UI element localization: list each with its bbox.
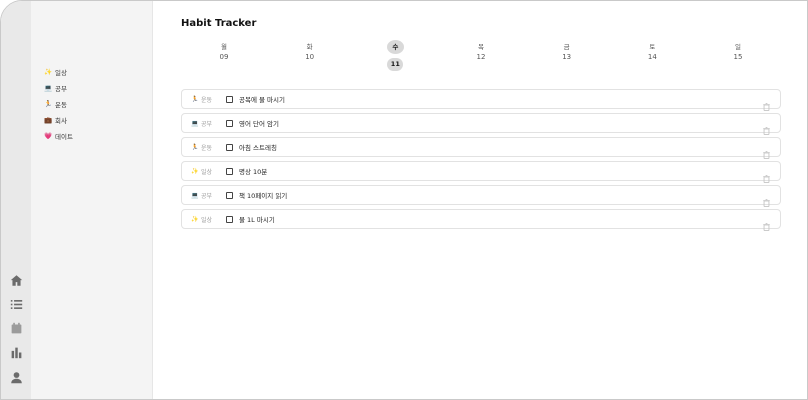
- habit-category-emoji-icon: ✨: [191, 215, 199, 223]
- habit-row: 💻 공부 영어 단어 암기: [181, 113, 781, 135]
- habit-category-emoji-icon: 🏃: [191, 95, 199, 103]
- trash-icon[interactable]: [763, 168, 770, 183]
- day-date-label: 12: [476, 53, 486, 61]
- habit-name: 책 10페이지 읽기: [239, 192, 288, 200]
- habit-category-emoji-icon: ✨: [191, 167, 199, 175]
- day-5[interactable]: 토 14: [632, 42, 672, 63]
- day-3[interactable]: 목 12: [461, 42, 501, 63]
- trash-icon[interactable]: [763, 144, 770, 159]
- day-of-week-label: 월: [221, 43, 227, 51]
- app-window: ✨ 일상 💻 공부 🏃 운동 💼 회사 💗 데이트 Habit Tracker 월 09 화 10 수 11…: [0, 0, 808, 400]
- week-selector: 월 09 화 10 수 11 목 12 금 13 토 14 일 15: [181, 40, 781, 74]
- day-of-week-label: 일: [735, 43, 741, 51]
- category-label: 공부: [55, 85, 67, 93]
- page-title: Habit Tracker: [181, 18, 257, 29]
- calendar-icon[interactable]: [9, 321, 23, 335]
- day-date-label: 14: [647, 53, 657, 61]
- main-content: Habit Tracker 월 09 화 10 수 11 목 12 금 13 토 14 일 15 🏃 운동 공…: [153, 1, 807, 399]
- day-of-week-label: 수: [386, 40, 404, 54]
- habit-name: 명상 10분: [239, 168, 268, 176]
- day-date-label: 10: [305, 53, 315, 61]
- habit-category-emoji-icon: 🏃: [191, 143, 199, 151]
- day-1[interactable]: 화 10: [290, 42, 330, 63]
- habit-category-label: 운동: [201, 96, 213, 104]
- day-2[interactable]: 수 11: [375, 40, 415, 71]
- habit-category-tag: ✨ 일상: [182, 215, 226, 224]
- habit-name: 물 1L 마시기: [239, 216, 275, 224]
- habit-category-tag: ✨ 일상: [182, 167, 226, 176]
- icon-rail: [1, 1, 31, 399]
- day-date-label: 09: [219, 53, 229, 61]
- category-sidebar: ✨ 일상 💻 공부 🏃 운동 💼 회사 💗 데이트: [31, 1, 153, 399]
- category-emoji-icon: 💻: [44, 84, 53, 92]
- day-date-label: 13: [562, 53, 572, 61]
- habit-row: 💻 공부 책 10페이지 읽기: [181, 185, 781, 207]
- home-icon[interactable]: [9, 273, 23, 287]
- category-label: 운동: [55, 101, 67, 109]
- habit-category-tag: 💻 공부: [182, 119, 226, 128]
- day-date-label: 15: [733, 53, 743, 61]
- trash-icon[interactable]: [763, 192, 770, 207]
- category-item[interactable]: 🏃 운동: [44, 96, 73, 112]
- habit-category-tag: 🏃 운동: [182, 95, 226, 104]
- day-of-week-label: 금: [563, 43, 570, 51]
- category-label: 일상: [55, 69, 67, 77]
- category-emoji-icon: 💼: [44, 116, 53, 124]
- habit-name: 영어 단어 암기: [239, 120, 280, 128]
- user-icon[interactable]: [9, 370, 23, 384]
- category-label: 회사: [55, 117, 67, 125]
- habit-row: 🏃 운동 아침 스트레칭: [181, 137, 781, 159]
- habit-category-label: 운동: [201, 144, 213, 152]
- category-list: ✨ 일상 💻 공부 🏃 운동 💼 회사 💗 데이트: [44, 64, 73, 144]
- category-emoji-icon: 💗: [44, 132, 53, 140]
- habit-checkbox[interactable]: [226, 95, 233, 103]
- habit-checkbox[interactable]: [226, 119, 233, 127]
- category-item[interactable]: ✨ 일상: [44, 64, 73, 80]
- category-item[interactable]: 💗 데이트: [44, 128, 73, 144]
- day-date-label: 11: [387, 58, 404, 71]
- category-emoji-icon: ✨: [44, 68, 53, 76]
- trash-icon[interactable]: [763, 216, 770, 231]
- habit-category-tag: 🏃 운동: [182, 143, 226, 152]
- habit-list: 🏃 운동 공복에 물 마시기 💻 공부 영어 단어 암기 🏃 운동 아침 스트레칭 ✨ 일상 명상 1…: [181, 89, 781, 233]
- habit-name: 공복에 물 마시기: [239, 96, 285, 104]
- habit-category-label: 일상: [201, 168, 213, 176]
- day-of-week-label: 토: [649, 43, 656, 51]
- trash-icon[interactable]: [763, 96, 770, 111]
- category-emoji-icon: 🏃: [44, 100, 53, 108]
- habit-checkbox[interactable]: [226, 191, 233, 199]
- habit-category-label: 공부: [201, 120, 213, 128]
- bar-chart-icon[interactable]: [9, 345, 23, 359]
- habit-category-emoji-icon: 💻: [191, 191, 199, 199]
- day-of-week-label: 화: [306, 43, 313, 51]
- day-4[interactable]: 금 13: [547, 42, 587, 63]
- habit-checkbox[interactable]: [226, 167, 233, 175]
- category-label: 데이트: [55, 133, 73, 141]
- list-icon[interactable]: [9, 297, 23, 311]
- habit-row: 🏃 운동 공복에 물 마시기: [181, 89, 781, 111]
- day-6[interactable]: 일 15: [718, 42, 758, 63]
- trash-icon[interactable]: [763, 120, 770, 135]
- habit-row: ✨ 일상 물 1L 마시기: [181, 209, 781, 231]
- category-item[interactable]: 💻 공부: [44, 80, 73, 96]
- day-of-week-label: 목: [478, 43, 484, 51]
- day-0[interactable]: 월 09: [204, 42, 244, 63]
- habit-checkbox[interactable]: [226, 215, 233, 223]
- habit-category-tag: 💻 공부: [182, 191, 226, 200]
- habit-name: 아침 스트레칭: [239, 144, 277, 152]
- habit-category-label: 일상: [201, 216, 213, 224]
- habit-category-emoji-icon: 💻: [191, 119, 199, 127]
- habit-checkbox[interactable]: [226, 143, 233, 151]
- habit-row: ✨ 일상 명상 10분: [181, 161, 781, 183]
- category-item[interactable]: 💼 회사: [44, 112, 73, 128]
- habit-category-label: 공부: [201, 192, 213, 200]
